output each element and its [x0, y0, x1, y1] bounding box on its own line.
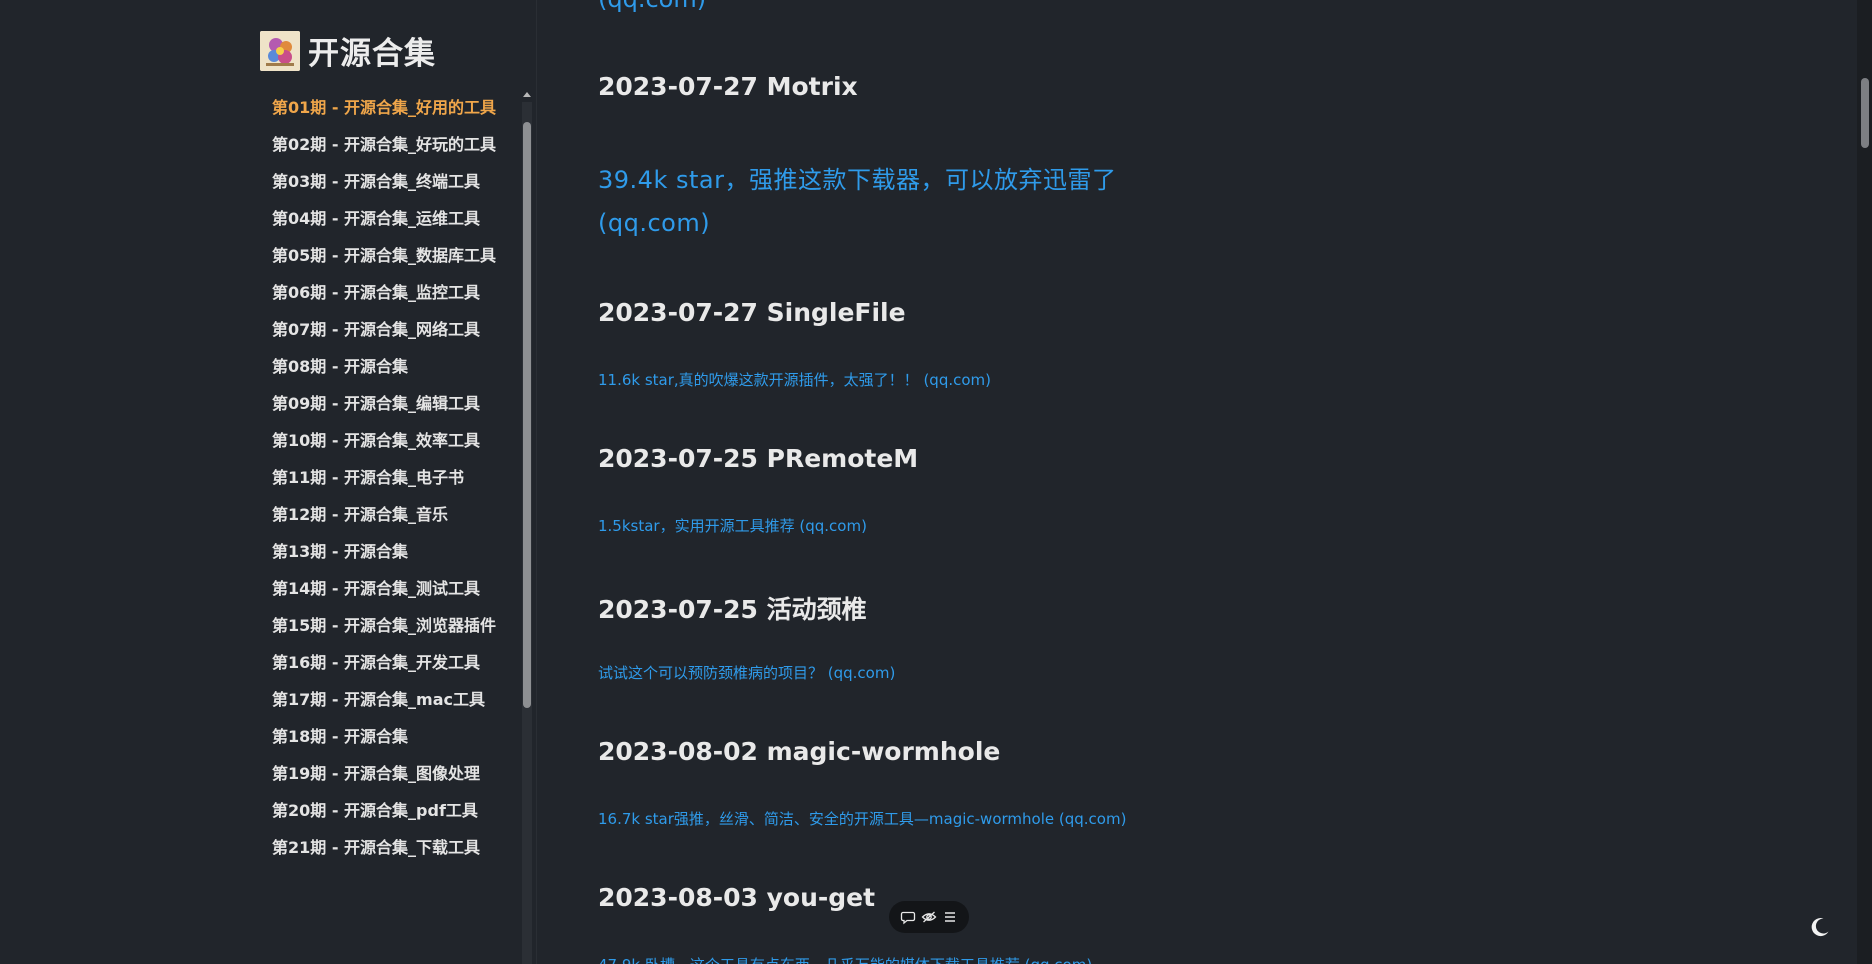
sidebar-divider — [536, 0, 537, 964]
brand[interactable]: 开源合集 — [260, 28, 436, 73]
app-root: 开源合集 第01期 - 开源合集_好用的工具 第02期 - 开源合集_好玩的工具第… — [0, 0, 1872, 964]
moon-icon[interactable] — [1809, 916, 1831, 938]
sidebar-item[interactable]: 第19期 - 开源合集_图像处理 — [272, 758, 508, 789]
sidebar-item[interactable]: 第04期 - 开源合集_运维工具 — [272, 203, 508, 234]
sidebar-item[interactable]: 第17期 - 开源合集_mac工具 — [272, 684, 508, 715]
sidebar: 开源合集 第01期 - 开源合集_好用的工具 第02期 - 开源合集_好玩的工具第… — [258, 0, 536, 964]
comment-icon[interactable] — [900, 909, 916, 925]
sidebar-item[interactable]: 第21期 - 开源合集_下载工具 — [272, 832, 508, 863]
sidebar-item[interactable]: 第08期 - 开源合集 — [272, 351, 508, 382]
entry-link[interactable]: 47.9k 卧槽，这个工具有点东西，几乎万能的媒体下载工具推荐 (qq.com) — [598, 954, 1092, 964]
sidebar-item[interactable]: 第13期 - 开源合集 — [272, 536, 508, 567]
sidebar-item[interactable]: 第07期 - 开源合集_网络工具 — [272, 314, 508, 345]
site-title[interactable]: 开源合集 — [308, 28, 436, 73]
page-scroll-thumb[interactable] — [1861, 78, 1869, 148]
sidebar-item[interactable]: 第02期 - 开源合集_好玩的工具 — [272, 129, 508, 160]
main-content: (qq.com) 2023-07-27 Motrix 39.4k star，强推… — [598, 0, 1698, 964]
page-scrollbar[interactable] — [1857, 0, 1872, 964]
sidebar-item[interactable]: 第01期 - 开源合集_好用的工具 — [272, 92, 508, 123]
entry-link[interactable]: 试试这个可以预防颈椎病的项目？ (qq.com) — [598, 662, 895, 683]
sidebar-item[interactable]: 第18期 - 开源合集 — [272, 721, 508, 752]
entry-title: 2023-08-03 you-get — [598, 883, 876, 912]
entry-title: 2023-08-02 magic-wormhole — [598, 737, 1001, 766]
entry-link[interactable]: 16.7k star强推，丝滑、简洁、安全的开源工具—magic-wormhol… — [598, 808, 1126, 829]
eye-icon[interactable] — [921, 909, 937, 925]
sidebar-scroll-track[interactable] — [522, 102, 532, 964]
entry-title: 2023-07-27 Motrix — [598, 72, 858, 101]
sidebar-item[interactable]: 第10期 - 开源合集_效率工具 — [272, 425, 508, 456]
entry-link[interactable]: 39.4k star，强推这款下载器，可以放弃迅雷了 (qq.com) — [598, 159, 1158, 245]
list-icon[interactable] — [942, 909, 958, 925]
sidebar-scroll-thumb[interactable] — [523, 122, 531, 708]
entry-title: 2023-07-27 SingleFile — [598, 298, 906, 327]
sidebar-scrollbar[interactable] — [522, 92, 532, 964]
sidebar-item[interactable]: 第15期 - 开源合集_浏览器插件 — [272, 610, 508, 641]
sidebar-item[interactable]: 第12期 - 开源合集_音乐 — [272, 499, 508, 530]
sidebar-item[interactable]: 第14期 - 开源合集_测试工具 — [272, 573, 508, 604]
entry-link[interactable]: 11.6k star,真的吹爆这款开源插件，太强了！！ (qq.com) — [598, 369, 991, 390]
sidebar-nav: 第01期 - 开源合集_好用的工具 第02期 - 开源合集_好玩的工具 第03期 -… — [258, 92, 518, 964]
entry-title: 2023-07-25 PRemoteM — [598, 444, 919, 473]
sidebar-item[interactable]: 第03期 - 开源合集_终端工具 — [272, 166, 508, 197]
floating-toolbar — [889, 901, 969, 933]
sidebar-item[interactable]: 第20期 - 开源合集_pdf工具 — [272, 795, 508, 826]
entry-link[interactable]: 1.5kstar，实用开源工具推荐 (qq.com) — [598, 515, 867, 536]
sidebar-item[interactable]: 第16期 - 开源合集_开发工具 — [272, 647, 508, 678]
sidebar-item[interactable]: 第05期 - 开源合集_数据库工具 — [272, 240, 508, 271]
sidebar-list: 第01期 - 开源合集_好用的工具 第02期 - 开源合集_好玩的工具 第03期 -… — [258, 92, 518, 863]
scroll-up-arrow-icon[interactable] — [523, 92, 531, 97]
top-link[interactable]: (qq.com) — [598, 0, 706, 14]
entry-title: 2023-07-25 活动颈椎 — [598, 595, 867, 624]
sidebar-item[interactable]: 第09期 - 开源合集_编辑工具 — [272, 388, 508, 419]
sidebar-item[interactable]: 第06期 - 开源合集_监控工具 — [272, 277, 508, 308]
sidebar-item[interactable]: 第11期 - 开源合集_电子书 — [272, 462, 508, 493]
site-logo — [260, 30, 300, 71]
